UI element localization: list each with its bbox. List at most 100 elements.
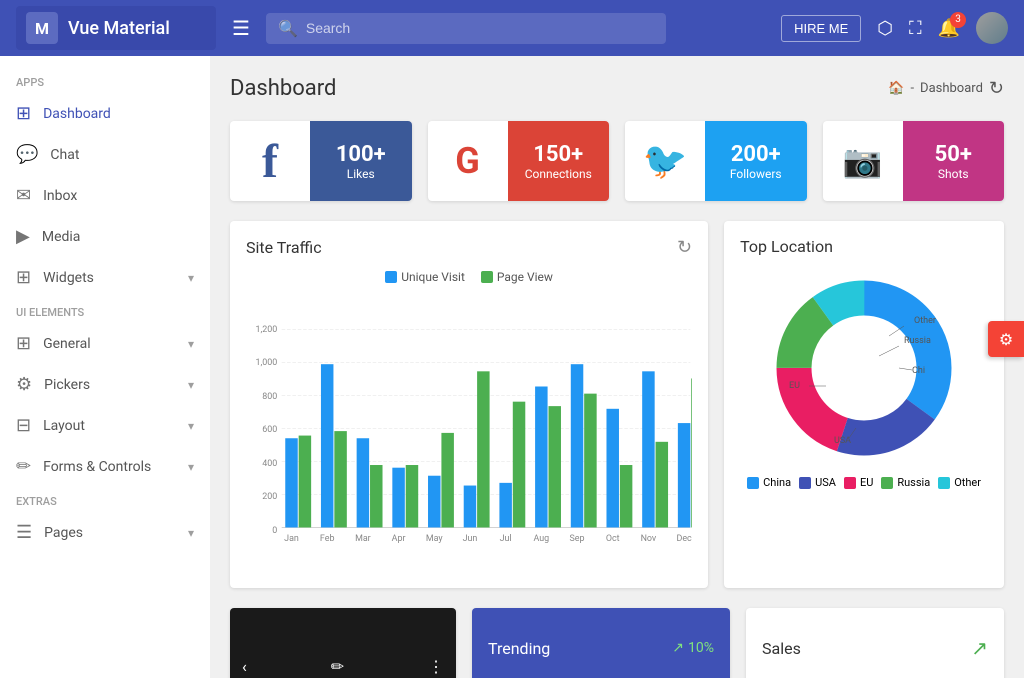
trending-percentage: ↗ 10% [672,640,714,656]
google-stats: 150+ Connections [508,121,610,201]
sidebar-item-general[interactable]: ⊞ General ▾ [0,323,210,364]
top-location-card: Top Location [724,221,1004,588]
svg-text:Jul: Jul [500,534,512,544]
donut-legend: China USA EU Russia [747,476,981,489]
instagram-icon-area: 📷 [823,121,903,201]
svg-text:May: May [426,534,444,544]
sidebar-item-media[interactable]: ▶ Media [0,216,210,257]
breadcrumb-separator: - [910,81,914,96]
legend-label-unique: Unique Visit [401,270,465,284]
site-traffic-card: Site Traffic ↻ Unique Visit Page View [230,221,708,588]
media-card: ‹ ✏ ⋮ [230,608,456,678]
facebook-stats: 100+ Likes [310,121,412,201]
app-logo[interactable]: M Vue Material [16,6,216,50]
sidebar-item-widgets[interactable]: ⊞ Widgets ▾ [0,257,210,298]
twitter-card[interactable]: 🐦 200+ Followers [625,121,807,201]
sidebar-item-layout[interactable]: ⊟ Layout ▾ [0,405,210,446]
general-icon: ⊞ [16,333,31,354]
dashboard-icon: ⊞ [16,103,31,124]
facebook-card[interactable]: f 100+ Likes [230,121,412,201]
google-card[interactable]: G 150+ Connections [428,121,610,201]
chevron-down-icon-4: ▾ [188,419,194,433]
sales-trend-icon: ↗ [971,636,988,660]
more-button[interactable]: ⋮ [428,657,444,676]
twitter-label: Followers [730,167,782,181]
notification-icon[interactable]: 🔔 3 [938,18,960,39]
fab-button[interactable]: ⚙ [988,321,1024,357]
legend-eu: EU [844,476,873,489]
instagram-card[interactable]: 📷 50+ Shots [823,121,1005,201]
breadcrumb-row: Dashboard 🏠 - Dashboard ↻ [230,76,1004,101]
site-traffic-refresh[interactable]: ↻ [677,237,692,258]
legend-usa: USA [799,476,836,489]
legend-dot-unique [385,271,397,283]
trending-arrow-icon: ↗ [672,640,684,656]
svg-text:600: 600 [262,425,277,435]
legend-other: Other [938,476,981,489]
chevron-down-icon: ▾ [188,271,194,285]
sidebar: Apps ⊞ Dashboard 💬 Chat ✉ Inbox ▶ Media … [0,56,210,678]
widgets-icon: ⊞ [16,267,31,288]
media-controls: ‹ ✏ ⋮ [230,645,456,678]
svg-text:Nov: Nov [641,534,657,544]
svg-text:Apr: Apr [392,534,406,544]
svg-text:Russia: Russia [904,336,931,346]
facebook-icon-area: f [230,121,310,201]
svg-text:Chi: Chi [912,366,925,376]
search-box[interactable]: 🔍 [266,13,666,44]
search-input[interactable] [306,20,654,36]
svg-text:Jun: Jun [463,534,478,544]
pickers-icon: ⚙ [16,374,32,395]
legend-unique-visit: Unique Visit [385,270,465,284]
avatar[interactable] [976,12,1008,44]
chevron-down-icon-2: ▾ [188,337,194,351]
section-apps-label: Apps [0,68,210,93]
fullscreen-icon[interactable]: ⛶ [909,18,922,39]
facebook-label: Likes [347,167,375,181]
edit-button[interactable]: ✏ [331,657,344,676]
legend-dot-russia [881,477,893,489]
legend-label-eu: EU [860,476,873,489]
sidebar-item-chat[interactable]: 💬 Chat [0,134,210,175]
sidebar-item-pickers[interactable]: ⚙ Pickers ▾ [0,364,210,405]
sidebar-item-pages[interactable]: ☰ Pages ▾ [0,512,210,553]
donut-chart-wrap: Other Russia Chi EU USA [740,268,988,489]
instagram-icon: 📷 [843,142,883,180]
bar-chart: 1,200 1,000 800 600 400 200 0 [246,292,692,572]
facebook-icon: f [262,134,278,189]
refresh-icon[interactable]: ↻ [989,78,1004,99]
section-extras-label: Extras [0,487,210,512]
hire-me-button[interactable]: HIRE ME [781,15,861,42]
layout-icon: ⊟ [16,415,31,436]
sales-card: Sales ↗ [746,608,1004,678]
legend-dot-usa [799,477,811,489]
legend-china: China [747,476,791,489]
svg-text:EU: EU [789,381,800,391]
sidebar-item-forms[interactable]: ✏ Forms & Controls ▾ [0,446,210,487]
svg-text:Feb: Feb [320,534,335,544]
sidebar-item-inbox[interactable]: ✉ Inbox [0,175,210,216]
notification-badge: 3 [950,12,966,28]
legend-dot-other [938,477,950,489]
breadcrumb: 🏠 - Dashboard ↻ [888,78,1004,99]
trending-card: Trending ↗ 10% [472,608,730,678]
media-icon: ▶ [16,226,30,247]
google-icon-area: G [428,121,508,201]
app-title: Vue Material [68,18,170,39]
layout: Apps ⊞ Dashboard 💬 Chat ✉ Inbox ▶ Media … [0,56,1024,678]
menu-icon[interactable]: ☰ [232,16,250,40]
legend-dot-pageview [481,271,493,283]
sidebar-item-dashboard[interactable]: ⊞ Dashboard [0,93,210,134]
trending-label: Trending [488,639,550,658]
prev-button[interactable]: ‹ [242,657,247,676]
main-content: Dashboard 🏠 - Dashboard ↻ f 100+ Likes [210,56,1024,678]
svg-text:Oct: Oct [606,534,620,544]
twitter-icon-area: 🐦 [625,121,705,201]
svg-text:Mar: Mar [355,534,371,544]
github-icon[interactable]: ⬡ [877,18,893,39]
sidebar-label-forms: Forms & Controls [43,459,176,475]
google-count: 150+ [533,142,583,167]
chevron-down-icon-3: ▾ [188,378,194,392]
social-cards: f 100+ Likes G 150+ Connections [230,121,1004,201]
svg-text:Sep: Sep [570,534,585,544]
